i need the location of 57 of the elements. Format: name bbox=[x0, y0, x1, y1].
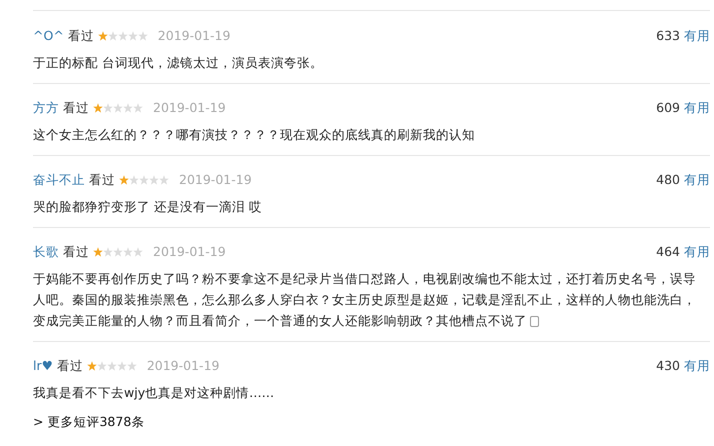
star-icon bbox=[129, 175, 139, 185]
more-comments-link[interactable]: 更多短评3878条 bbox=[47, 413, 144, 431]
star-icon bbox=[113, 103, 123, 113]
star-icon bbox=[108, 31, 118, 41]
star-icon bbox=[138, 31, 148, 41]
star-icon bbox=[86, 361, 97, 371]
star-icon bbox=[103, 247, 113, 257]
star-icon bbox=[128, 31, 138, 41]
star-icon bbox=[139, 175, 149, 185]
star-icon bbox=[98, 31, 108, 41]
star-icon bbox=[96, 361, 107, 371]
star-icon bbox=[103, 103, 113, 113]
comment-date: 2019-01-19 bbox=[153, 243, 226, 261]
comment-text: 于妈能不要再创作历史了吗？粉不要拿这不是纪录片当借口怼路人，电视剧改编也不能太过，还打着历史名号，误导人吧。秦国的服装推崇黑色，怎么那么多人穿白衣？女主历史原型是赵姬，记载是淫乱不止，这样的人物也能洗白，变成完美正能量的人物？而且看简介，一个普通的女人还能影响朝政？其他槽点不说了 bbox=[33, 270, 697, 330]
comment-text: 于正的标配 台词现代，滤镜太过，演员表演夸张。 bbox=[33, 54, 324, 72]
useful-link[interactable]: 有用 bbox=[684, 171, 710, 189]
user-name-link[interactable]: ^O^ bbox=[33, 27, 64, 45]
comment-date: 2019-01-19 bbox=[153, 99, 226, 117]
star-icon bbox=[133, 247, 143, 257]
vote-count: 480 bbox=[656, 171, 680, 189]
user-name-link[interactable]: 方方 bbox=[33, 99, 59, 117]
vote-count: 464 bbox=[656, 243, 680, 261]
useful-link[interactable]: 有用 bbox=[684, 27, 710, 45]
vote-count: 633 bbox=[656, 27, 680, 45]
star-icon bbox=[113, 247, 123, 257]
star-icon bbox=[93, 103, 103, 113]
arrow-text: > bbox=[33, 413, 44, 431]
useful-link[interactable]: 有用 bbox=[684, 99, 710, 117]
watch-status: 看过 bbox=[56, 357, 83, 375]
comment-text: 哭的脸都狰狞变形了 还是没有一滴泪 哎 bbox=[33, 198, 263, 216]
star-icon bbox=[119, 175, 129, 185]
comment-date: 2019-01-19 bbox=[146, 357, 220, 375]
comment-date: 2019-01-19 bbox=[158, 27, 230, 45]
star-icon bbox=[133, 103, 143, 113]
comment-text: 这个女主怎么红的？？？哪有演技？？？？现在观众的底线真的刷新我的认知 bbox=[33, 126, 476, 144]
useful-link[interactable]: 有用 bbox=[684, 357, 710, 375]
comment-date: 2019-01-19 bbox=[179, 171, 252, 189]
watch-status: 看过 bbox=[68, 27, 94, 45]
watch-status: 看过 bbox=[89, 171, 115, 189]
watch-status: 看过 bbox=[63, 243, 89, 261]
star-icon bbox=[126, 361, 137, 371]
vote-count: 430 bbox=[656, 357, 680, 375]
star-icon bbox=[93, 247, 103, 257]
star-icon bbox=[118, 31, 128, 41]
useful-link[interactable]: 有用 bbox=[684, 243, 710, 261]
star-icon bbox=[149, 175, 159, 185]
star-icon bbox=[159, 175, 169, 185]
user-name-link[interactable]: 长歌 bbox=[33, 243, 59, 261]
star-icon bbox=[106, 361, 117, 371]
comment-text: 我真是看不下去wjy也真是对这种剧情…… bbox=[33, 384, 276, 402]
star-icon bbox=[123, 247, 133, 257]
user-name-link[interactable]: lr♥ bbox=[33, 357, 53, 375]
star-icon bbox=[116, 361, 127, 371]
watch-status: 看过 bbox=[63, 99, 89, 117]
star-icon bbox=[123, 103, 133, 113]
vote-count: 609 bbox=[656, 99, 680, 117]
user-name-link[interactable]: 奋斗不止 bbox=[33, 171, 85, 189]
